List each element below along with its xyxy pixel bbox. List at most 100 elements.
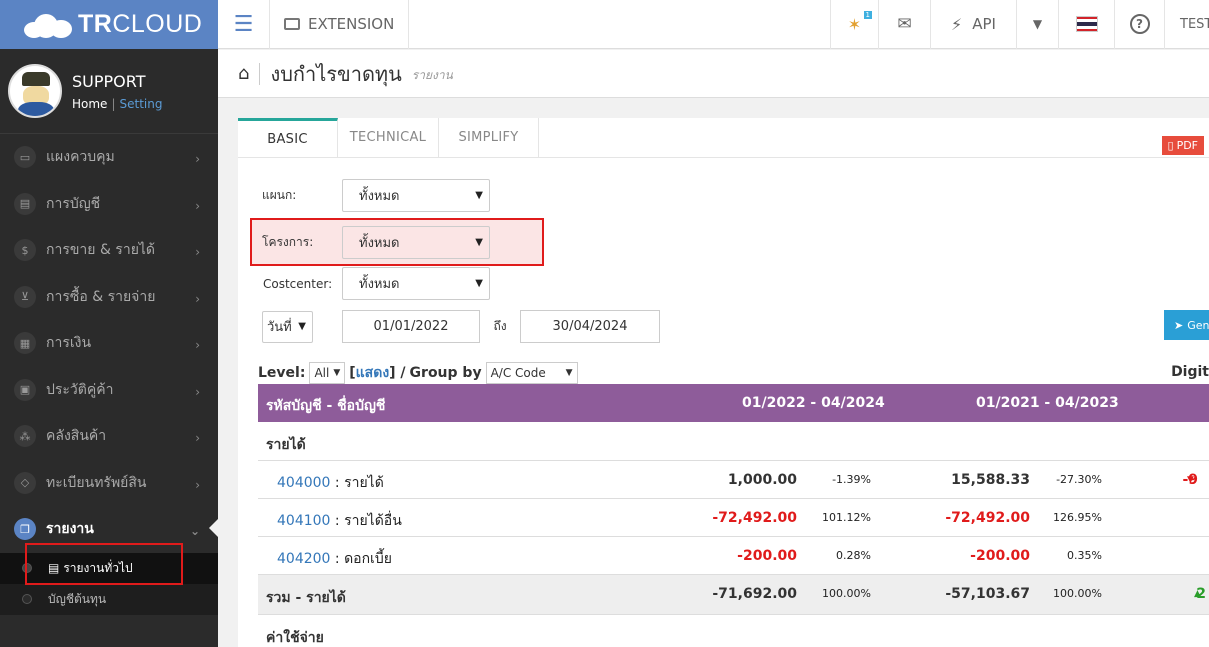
cloud-icon: [24, 12, 74, 38]
api-button[interactable]: ⚡ API: [930, 0, 1016, 49]
pdf-button[interactable]: ▯ PDF: [1161, 136, 1204, 155]
account-code-link[interactable]: 404100: [277, 513, 330, 529]
top-navbar: ☰ EXTENSION ✶ 1 ✉ ⚡ API ▼ ? TEST: [218, 0, 1209, 49]
show-link[interactable]: แสดง: [356, 365, 390, 381]
diamond-icon: ◇: [14, 471, 36, 494]
chevron-right-icon: ›: [195, 198, 200, 213]
dropdown-button[interactable]: ▼: [1016, 0, 1058, 49]
setting-link[interactable]: Setting: [119, 97, 162, 111]
report-card: BASIC TECHNICAL SIMPLIFY ▯ PDF แผนก: ทั้ง…: [238, 118, 1209, 647]
brand-name: TRCLOUD: [78, 10, 203, 38]
chevron-right-icon: ›: [195, 245, 200, 259]
report-options: Level: All ▼ [แสดง] / Group by A/C Code ▼: [258, 362, 578, 384]
notification-badge: 1: [863, 10, 872, 19]
section-expense: ค่าใช้จ่าย: [266, 630, 324, 646]
dollar-icon: $: [14, 239, 36, 262]
project-label: โครงการ:: [262, 234, 314, 249]
sidebar-subitem-cost-accounting[interactable]: บัญชีต้นทุน: [0, 584, 218, 615]
date-from-input[interactable]: 01/01/2022: [342, 310, 480, 343]
mail-icon: ✉: [897, 14, 912, 34]
hamburger-menu-icon[interactable]: ☰: [218, 0, 270, 49]
chevron-right-icon: ›: [195, 384, 200, 399]
header-account: รหัสบัญชี - ชื่อบัญชี: [266, 398, 386, 414]
chevron-right-icon: ›: [195, 152, 200, 166]
chevron-down-icon: ⌄: [189, 524, 200, 538]
file-pdf-icon: ▯: [1167, 139, 1174, 152]
table-header: รหัสบัญชี - ชื่อบัญชี 01/2022 - 04/2024 …: [258, 384, 1209, 422]
thai-flag-icon: [1075, 16, 1098, 32]
sidebar-item-dashboard[interactable]: ▭ แผงควบคุม ›: [0, 134, 218, 181]
home-icon[interactable]: ⌂: [238, 63, 249, 84]
date-type-select[interactable]: วันที่ ▼: [262, 310, 313, 343]
chevron-down-icon: ▼: [565, 368, 573, 378]
language-button[interactable]: [1058, 0, 1114, 49]
chevron-down-icon: ▼: [333, 368, 341, 378]
tab-simplify[interactable]: SIMPLIFY: [439, 118, 539, 157]
generate-button[interactable]: ➤ Gen: [1164, 310, 1209, 340]
brand-logo[interactable]: TRCLOUD: [0, 0, 218, 49]
boxes-icon: ⁂: [14, 425, 36, 448]
help-button[interactable]: ?: [1114, 0, 1164, 49]
user-menu[interactable]: TEST: [1164, 0, 1209, 49]
chevron-down-icon: ▼: [298, 321, 306, 332]
plug-icon: ⚡: [951, 14, 963, 34]
sidebar-item-finance[interactable]: ▦ การเงิน ›: [0, 320, 218, 367]
project-filter-highlight: โครงการ: ทั้งหมด ▼: [250, 218, 544, 266]
calendar-icon: ▦: [14, 332, 36, 355]
table-row: 404200 : ดอกเบี้ย -200.00 0.28% -200.00 …: [258, 537, 1209, 575]
notification-button[interactable]: ✶ 1: [830, 0, 878, 49]
costcenter-label: Costcenter:: [263, 276, 333, 291]
account-code-link[interactable]: 404000: [277, 475, 330, 491]
party-icon: ✶: [847, 14, 862, 34]
monitor-icon: [284, 18, 300, 30]
total-row: รวม - รายได้ -71,692.00 100.00% -57,103.…: [258, 575, 1209, 615]
page-header: ⌂ งบกำไรขาดทุน รายงาน: [218, 50, 1209, 98]
digit-label: Digit: [1171, 364, 1209, 380]
department-select[interactable]: ทั้งหมด ▼: [342, 179, 490, 212]
help-icon: ?: [1129, 14, 1150, 34]
sidebar-item-accounting[interactable]: ▤ การบัญชี ›: [0, 181, 218, 228]
project-select[interactable]: ทั้งหมด ▼: [342, 225, 490, 259]
home-link[interactable]: Home: [72, 97, 107, 111]
book-icon: ▤: [14, 192, 36, 215]
chevron-down-icon: ▼: [475, 278, 483, 289]
sidebar-item-inventory[interactable]: ⁂ คลังสินค้า ›: [0, 413, 218, 460]
header-period2: 01/2021 - 04/2023: [976, 395, 1119, 411]
extension-button[interactable]: EXTENSION: [270, 0, 410, 49]
page-subtitle: รายงาน: [411, 68, 453, 82]
chevron-down-icon: ▼: [475, 236, 483, 248]
chevron-right-icon: ›: [195, 338, 200, 352]
profile-name: SUPPORT: [72, 71, 146, 91]
sidebar-item-contacts[interactable]: ▣ ประวัติคู่ค้า ›: [0, 367, 218, 414]
chevron-right-icon: ›: [195, 477, 200, 492]
costcenter-select[interactable]: ทั้งหมด ▼: [342, 267, 490, 300]
department-label: แผนก:: [262, 188, 297, 202]
level-select[interactable]: All ▼: [309, 362, 346, 384]
cart-icon: ⊻: [14, 285, 36, 308]
table-row: 404000 : รายได้ 1,000.00 -1.39% 15,588.3…: [258, 461, 1209, 499]
chevron-down-icon: ▼: [475, 190, 483, 201]
date-to-input[interactable]: 30/04/2024: [520, 310, 660, 343]
send-icon: ➤: [1174, 318, 1184, 332]
header-period1: 01/2022 - 04/2024: [742, 395, 885, 411]
chevron-right-icon: ›: [195, 431, 200, 445]
account-code-link[interactable]: 404200: [277, 551, 330, 567]
monitor-icon: ▭: [14, 146, 36, 169]
sidebar-item-assets[interactable]: ◇ ทะเบียนทรัพย์สิน ›: [0, 460, 218, 507]
avatar[interactable]: [8, 64, 62, 118]
date-to-label: ถึง: [493, 319, 507, 333]
profile-panel: SUPPORT Home | Setting: [0, 49, 218, 134]
contact-icon: ▣: [14, 378, 36, 401]
tab-technical[interactable]: TECHNICAL: [338, 118, 439, 157]
profit-loss-table: รหัสบัญชี - ชื่อบัญชี 01/2022 - 04/2024 …: [258, 384, 1209, 647]
tab-basic[interactable]: BASIC: [238, 118, 338, 157]
sidebar-item-purchases[interactable]: ⊻ การซื้อ & รายจ่าย ›: [0, 274, 218, 321]
mail-button[interactable]: ✉: [878, 0, 930, 49]
group-by-select[interactable]: A/C Code ▼: [485, 362, 578, 384]
table-row: 404100 : รายได้อื่น -72,492.00 101.12% -…: [258, 499, 1209, 537]
report-tabs: BASIC TECHNICAL SIMPLIFY: [238, 118, 1209, 158]
sidebar-item-sales[interactable]: $ การขาย & รายได้ ›: [0, 227, 218, 274]
section-income: รายได้: [258, 422, 1209, 461]
copy-icon: ❐: [14, 518, 36, 541]
caret-down-icon: ▼: [1032, 17, 1043, 31]
